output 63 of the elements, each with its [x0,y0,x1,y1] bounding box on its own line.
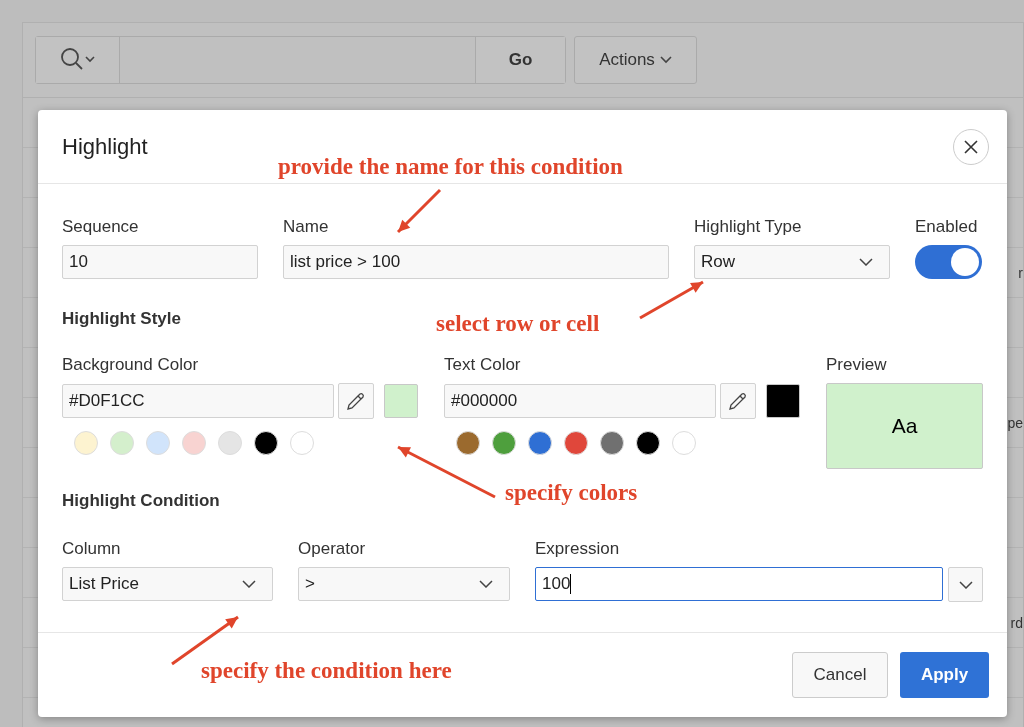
field-label: Highlight Type [694,217,803,237]
chevron-down-icon [242,580,256,588]
sequence-input[interactable]: 10 [62,245,258,279]
field-label: Column [62,539,122,559]
color-preview-swatch [766,384,800,418]
color-swatch[interactable] [254,431,278,455]
table-cell: pe [1007,414,1023,431]
annotation-text: provide the name for this condition [278,154,623,180]
color-swatch[interactable] [636,431,660,455]
color-swatch[interactable] [146,431,170,455]
color-swatch[interactable] [528,431,552,455]
field-label: Name [283,217,330,237]
annotation-text: select row or cell [436,311,600,337]
highlight-type-select[interactable]: Row [694,245,890,279]
actions-button[interactable]: Actions [574,36,697,84]
chevron-down-icon [958,580,973,589]
annotation-arrow [639,280,704,320]
operator-select[interactable]: > [298,567,510,601]
color-swatch[interactable] [74,431,98,455]
field-label: Text Color [444,355,522,375]
annotation-text: specify the condition here [201,658,452,684]
expression-dropdown-button[interactable] [948,567,983,602]
section-heading: Highlight Condition [62,491,220,511]
field-label: Expression [535,539,621,559]
table-cell: r [1018,264,1023,281]
color-swatch[interactable] [290,431,314,455]
color-swatch[interactable] [182,431,206,455]
eyedropper-icon [345,390,367,412]
cancel-button[interactable]: Cancel [792,652,888,698]
table-cell: rd [1010,614,1023,631]
expression-input[interactable]: 100 [535,567,943,601]
preview-box: Aa [826,383,983,469]
annotation-arrow [396,188,442,234]
color-swatch[interactable] [218,431,242,455]
eyedropper-button[interactable] [338,383,374,419]
color-swatch[interactable] [564,431,588,455]
color-swatch[interactable] [456,431,480,455]
background-color-input[interactable]: #D0F1CC [62,384,334,418]
chevron-down-icon [479,580,493,588]
section-heading: Highlight Style [62,309,181,329]
field-label: Background Color [62,355,200,375]
color-swatch[interactable] [600,431,624,455]
color-swatch[interactable] [672,431,696,455]
color-swatch[interactable] [110,431,134,455]
dialog-title: Highlight [62,133,148,160]
chevron-down-icon [859,258,873,266]
color-swatch[interactable] [492,431,516,455]
field-label: Enabled [915,217,979,237]
field-label: Operator [298,539,367,559]
eyedropper-button[interactable] [720,383,756,419]
eyedropper-icon [727,390,749,412]
text-color-input[interactable]: #000000 [444,384,716,418]
field-label: Sequence [62,217,140,237]
apply-button[interactable]: Apply [900,652,989,698]
color-preview-swatch [384,384,418,418]
column-select[interactable]: List Price [62,567,273,601]
chevron-down-icon [659,56,672,64]
name-input[interactable]: list price > 100 [283,245,669,279]
annotation-text: specify colors [505,480,638,506]
enabled-toggle[interactable] [915,245,982,279]
close-icon [964,139,978,154]
field-label: Preview [826,355,888,375]
close-button[interactable] [953,128,989,165]
